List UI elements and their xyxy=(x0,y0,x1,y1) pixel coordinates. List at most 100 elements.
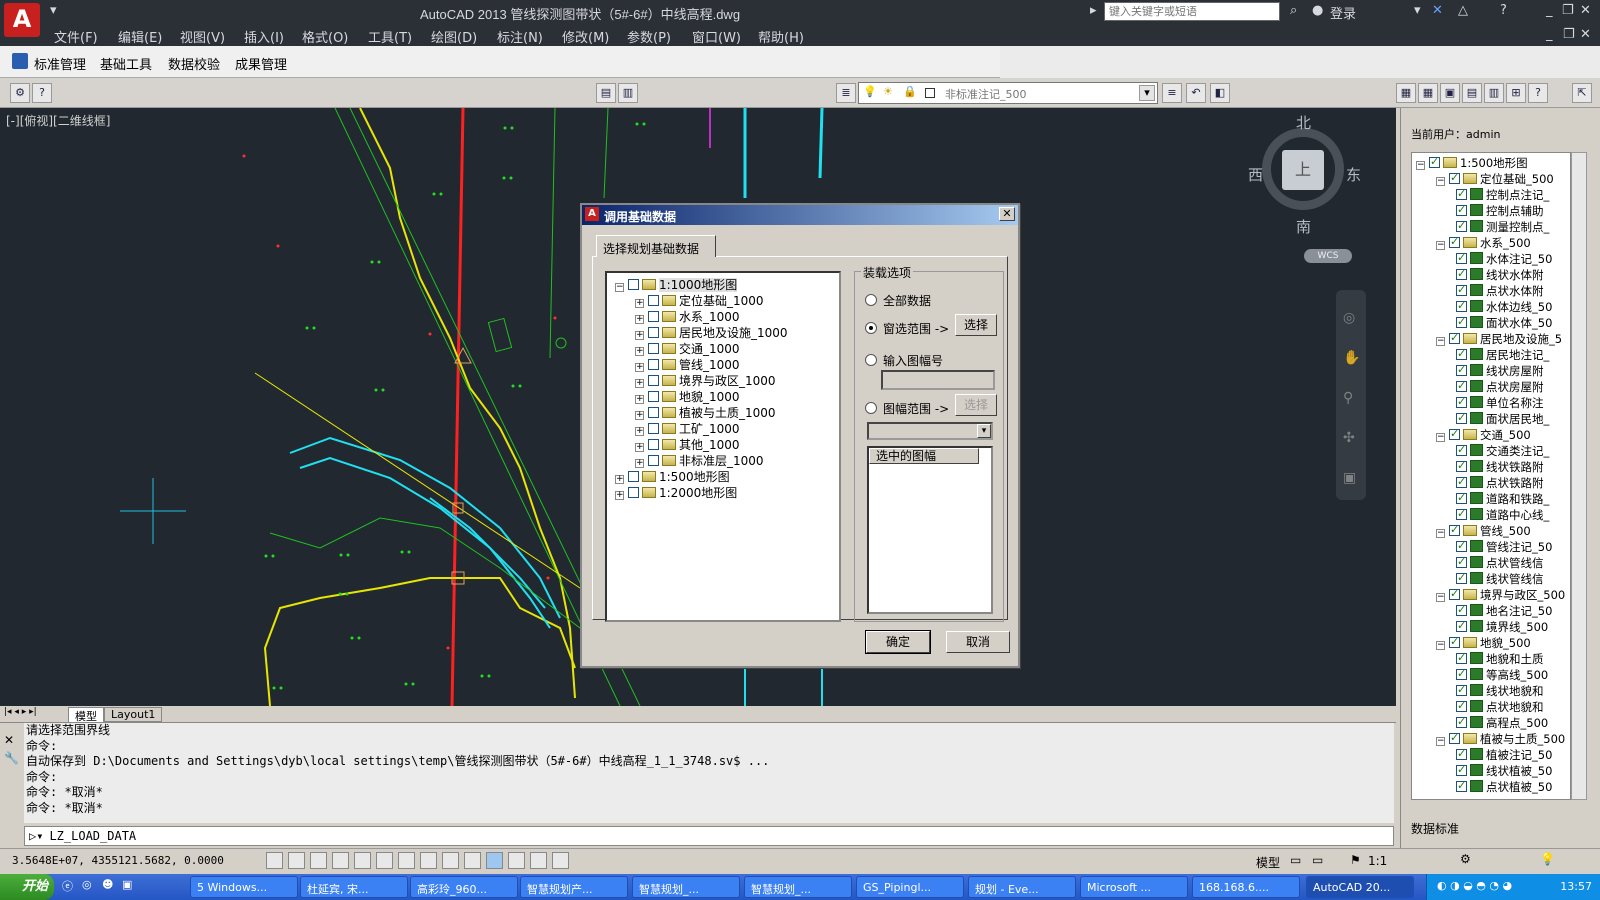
layer-tree-node[interactable]: 面状水体_50 xyxy=(1456,314,1552,331)
layer-combo[interactable]: 💡 ☀ 🔒 非标准注记_500 ▾ xyxy=(858,82,1158,104)
transparency-icon[interactable] xyxy=(486,852,503,869)
collapse-icon[interactable]: − xyxy=(1416,161,1425,170)
expand-icon[interactable]: + xyxy=(635,411,644,420)
menu-item[interactable]: 参数(P) xyxy=(627,27,671,46)
sc-icon[interactable] xyxy=(530,852,547,869)
select-button[interactable]: 选择 xyxy=(955,314,997,336)
radio-window-range[interactable] xyxy=(865,322,877,334)
taskbar-item[interactable]: 168.168.6.... xyxy=(1192,876,1300,898)
tree-node[interactable]: + 工矿_1000 xyxy=(635,421,740,437)
menu-standards[interactable]: 标准管理 xyxy=(34,54,86,73)
layer-tree[interactable]: − 1:500地形图 − 定位基础_500 控制点注记_ 控制点辅助测量控制点_ − 水系_5… xyxy=(1411,152,1571,800)
layer-checkbox[interactable] xyxy=(1456,682,1467,698)
sheet-set-icon[interactable]: ▤ xyxy=(1462,83,1482,103)
close-icon[interactable]: ✕ xyxy=(4,733,14,747)
layer-checkbox[interactable] xyxy=(1456,298,1467,314)
node-checkbox[interactable] xyxy=(648,455,659,466)
tab-nav-arrows-icon[interactable]: |◂ ◂ ▸ ▸| xyxy=(4,707,37,717)
radio-sheet-range[interactable] xyxy=(865,402,877,414)
layer-tree-node[interactable]: 高程点_500 xyxy=(1456,714,1548,731)
expand-icon[interactable]: + xyxy=(635,427,644,436)
layer-checkbox[interactable] xyxy=(1449,634,1460,650)
extra-icon[interactable]: ⇱ xyxy=(1572,83,1592,103)
start-button[interactable]: 开始 xyxy=(0,874,54,900)
layer-checkbox[interactable] xyxy=(1456,778,1467,794)
tool-icon[interactable]: ⚙ xyxy=(10,83,30,103)
taskbar-item[interactable]: 智慧规划产... xyxy=(520,876,628,898)
collapse-icon[interactable]: − xyxy=(1436,737,1445,746)
dropdown-arrow-icon[interactable]: ▾ xyxy=(1414,3,1421,18)
layer-tree-node[interactable]: 点状铁路附 xyxy=(1456,474,1544,491)
layer-checkbox[interactable] xyxy=(1456,506,1467,522)
taskbar-item[interactable]: 规划 - Eve... xyxy=(968,876,1076,898)
layer-tree-node[interactable]: 水体边线_50 xyxy=(1456,298,1552,315)
pan-icon[interactable]: ✋ xyxy=(1343,350,1360,366)
layer-tree-node[interactable]: 道路中心线_ xyxy=(1456,506,1549,523)
quick-view-icon[interactable]: ▭ xyxy=(1312,853,1323,867)
osnap-icon[interactable] xyxy=(354,852,371,869)
layer-tree-node[interactable]: − 定位基础_500 xyxy=(1436,170,1554,187)
browser-icon[interactable]: ◎ xyxy=(82,878,92,891)
help-icon[interactable]: ? xyxy=(1500,3,1507,18)
help-icon-2[interactable]: ? xyxy=(1528,83,1548,103)
layer-checkbox[interactable] xyxy=(1456,282,1467,298)
help-icon[interactable]: ? xyxy=(32,83,52,103)
node-checkbox[interactable] xyxy=(648,423,659,434)
collapse-icon[interactable]: − xyxy=(1436,177,1445,186)
properties-icon[interactable]: ▦ xyxy=(1396,83,1416,103)
calc-icon[interactable]: ⊞ xyxy=(1506,83,1526,103)
am-icon[interactable] xyxy=(552,852,569,869)
tray-icons[interactable]: ◐ ◑ ◒ ◓ ◔ ◕ xyxy=(1437,879,1512,892)
chevron-down-icon[interactable]: ▾ xyxy=(977,424,991,438)
menu-item[interactable]: 插入(I) xyxy=(244,27,284,46)
expand-icon[interactable]: + xyxy=(615,475,624,484)
ok-button[interactable]: 确定 xyxy=(865,630,931,654)
layer-tree-node[interactable]: 控制点注记_ xyxy=(1456,186,1549,203)
layer-checkbox[interactable] xyxy=(1456,618,1467,634)
layer-checkbox[interactable] xyxy=(1456,202,1467,218)
sheet-number-input[interactable] xyxy=(881,370,995,390)
workspace-icon[interactable]: ⚙ xyxy=(1460,852,1471,866)
doc-close-icon[interactable]: ✕ xyxy=(1580,27,1591,42)
layer-tree-node[interactable]: 面状居民地_ xyxy=(1456,410,1549,427)
layer-checkbox[interactable] xyxy=(1449,586,1460,602)
node-checkbox[interactable] xyxy=(648,327,659,338)
layer-checkbox[interactable] xyxy=(1456,394,1467,410)
viewcube-top[interactable]: 上 xyxy=(1282,150,1324,190)
layer-tree-node[interactable]: − 水系_500 xyxy=(1436,234,1531,251)
polar-icon[interactable] xyxy=(332,852,349,869)
tool-palette-icon[interactable]: ▣ xyxy=(1440,83,1460,103)
layer-tree-node[interactable]: 居民地注记_ xyxy=(1456,346,1549,363)
tree-scrollbar[interactable] xyxy=(1571,152,1587,800)
layer-checkbox[interactable] xyxy=(1456,250,1467,266)
tree-node[interactable]: +1:500地形图 xyxy=(615,469,730,485)
autocad-logo-icon[interactable]: A xyxy=(4,3,40,37)
layer-tree-node[interactable]: 点状房屋附 xyxy=(1456,378,1544,395)
steering-wheel-icon[interactable]: ◎ xyxy=(1343,310,1355,326)
collapse-icon[interactable]: − xyxy=(1436,529,1445,538)
dyn-icon[interactable] xyxy=(442,852,459,869)
layer-checkbox[interactable] xyxy=(1449,170,1460,186)
menu-item[interactable]: 编辑(E) xyxy=(118,27,162,46)
layer-checkbox[interactable] xyxy=(1449,234,1460,250)
collapse-icon[interactable]: − xyxy=(1436,593,1445,602)
expand-icon[interactable]: + xyxy=(615,491,624,500)
collapse-icon[interactable]: − xyxy=(1436,337,1445,346)
tree-node[interactable]: + 定位基础_1000 xyxy=(635,293,764,309)
expand-icon[interactable]: + xyxy=(635,443,644,452)
expand-icon[interactable]: + xyxy=(635,379,644,388)
node-checkbox[interactable] xyxy=(648,311,659,322)
node-checkbox[interactable] xyxy=(628,471,639,482)
menu-item[interactable]: 帮助(H) xyxy=(758,27,804,46)
layer-checkbox[interactable] xyxy=(1456,602,1467,618)
layout-icon[interactable]: ▭ xyxy=(1290,853,1301,867)
node-checkbox[interactable] xyxy=(648,391,659,402)
taskbar-item[interactable]: 杜延宾, 宋... xyxy=(300,876,408,898)
tree-node[interactable]: + 其他_1000 xyxy=(635,437,740,453)
layer-manager-icon[interactable]: ≣ xyxy=(836,83,856,103)
command-input[interactable]: ▷▾ LZ_LOAD_DATA xyxy=(24,826,1394,846)
expand-icon[interactable]: + xyxy=(635,315,644,324)
qq-icon[interactable]: ☻ xyxy=(102,878,113,891)
taskbar-item[interactable]: 高彩玲_960... xyxy=(410,876,518,898)
tree-node[interactable]: + 地貌_1000 xyxy=(635,389,740,405)
